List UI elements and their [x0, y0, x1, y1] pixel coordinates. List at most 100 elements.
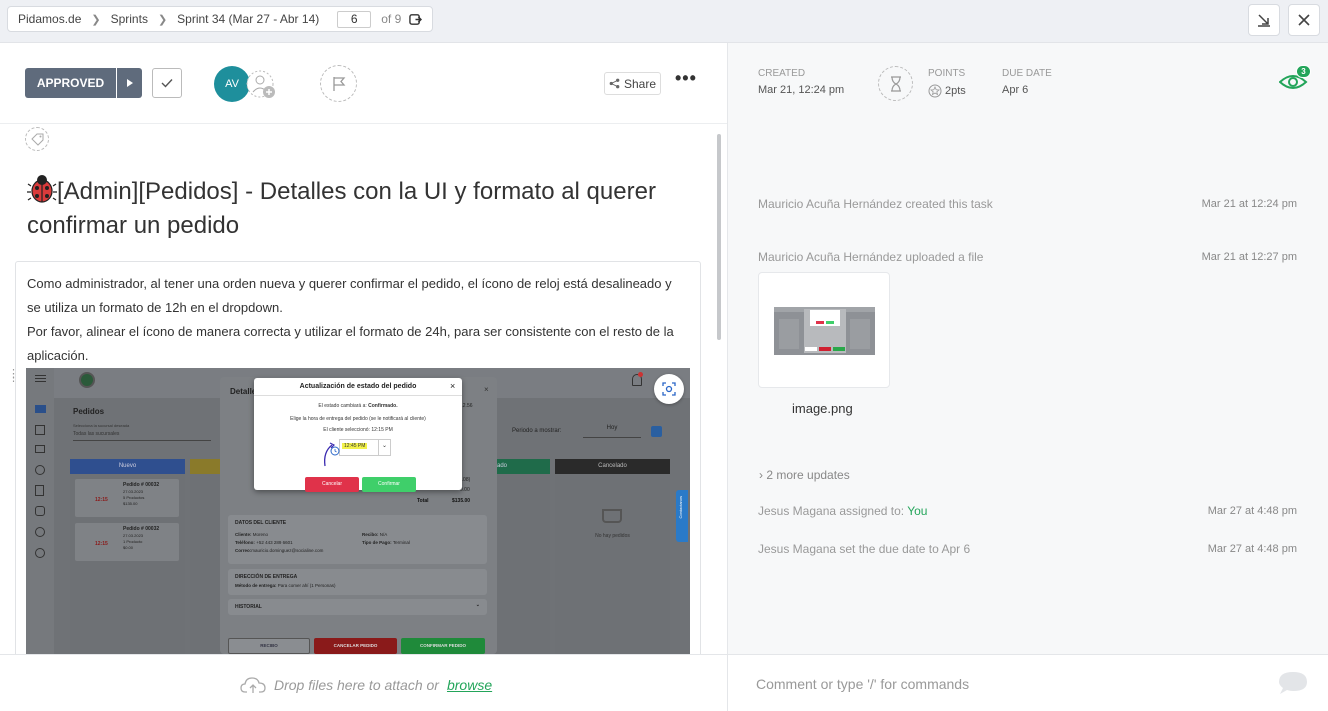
- empty-basket-icon: [602, 509, 622, 523]
- column-new: Nuevo Pedido # 00032 27.03.2023 5 Produc…: [70, 459, 185, 654]
- close-icon: [1298, 14, 1310, 26]
- points-icon: [928, 84, 942, 98]
- bottom-divider: [727, 654, 728, 711]
- minimize-button[interactable]: [1248, 4, 1280, 36]
- image-search-icon: [662, 382, 676, 396]
- chevron-down-icon: ⌄: [475, 602, 480, 608]
- history-section[interactable]: HISTORIAL ⌄: [228, 599, 487, 615]
- attachment-name[interactable]: image.png: [792, 401, 853, 416]
- more-updates-toggle[interactable]: › 2 more updates: [759, 468, 850, 482]
- comment-bubble-icon: [1279, 672, 1307, 694]
- time-tracking-button[interactable]: [878, 66, 913, 101]
- period-label: Periodo a mostrar:: [512, 428, 562, 434]
- comment-input[interactable]: Comment or type '/' for commands: [756, 676, 969, 692]
- history-title: HISTORIAL: [235, 604, 262, 610]
- column-header: Nuevo: [70, 459, 185, 474]
- activity-time: Mar 27 at 4:48 pm: [1207, 543, 1297, 555]
- complete-button[interactable]: [152, 68, 182, 98]
- watchers-button[interactable]: 3: [1278, 65, 1313, 95]
- collapse-icon: [1258, 14, 1270, 27]
- total-label: Total: [417, 498, 429, 504]
- task-title[interactable]: [Admin][Pedidos] - Detalles con la UI y …: [27, 173, 687, 243]
- address-section: DIRECCIÓN DE ENTREGA Método de entrega: …: [228, 569, 487, 595]
- branch-filter[interactable]: Selecciona la sucursal deseada Todas las…: [73, 423, 211, 441]
- share-icon: [609, 78, 620, 89]
- task-title-text: [Admin][Pedidos] - Detalles con la UI y …: [27, 178, 656, 239]
- modal-cancel-button[interactable]: Cancelar: [305, 477, 359, 492]
- order-date: 27.03.2023: [123, 489, 144, 494]
- client-section: DATOS DEL CLIENTE Cliente: Moreno Teléfo…: [228, 515, 487, 564]
- open-external-icon[interactable]: [409, 13, 423, 26]
- cancel-order-button[interactable]: CANCELAR PEDIDO: [314, 638, 397, 654]
- modal-client-time: El cliente seleccionó: 12:15 PM: [323, 427, 393, 433]
- bottom-bar: [0, 654, 1328, 711]
- due-date-value[interactable]: Apr 6: [1002, 84, 1028, 96]
- share-button[interactable]: Share: [604, 72, 661, 95]
- status-label: APPROVED: [36, 76, 105, 90]
- more-options-button[interactable]: •••: [675, 69, 697, 92]
- tag-icon: [30, 133, 43, 146]
- assignee-avatar[interactable]: AV: [214, 66, 250, 102]
- page-number-input[interactable]: 6: [337, 10, 372, 28]
- modal-title: Actualización de estado del pedido: [299, 383, 417, 390]
- created-label: CREATED: [758, 68, 806, 79]
- order-items: 1 Producto: [123, 539, 143, 544]
- order-title: Pedido # 00032: [123, 526, 160, 532]
- points-field[interactable]: 2pts: [928, 84, 966, 98]
- order-date: 27.03.2023: [123, 533, 144, 538]
- activity-time: Mar 27 at 4:48 pm: [1207, 505, 1297, 517]
- scrollbar[interactable]: [717, 134, 721, 340]
- column-header: ado: [493, 459, 550, 474]
- delivery-method-row: Método de entrega: Para comer ahí (1 Per…: [235, 583, 336, 588]
- next-status-button[interactable]: [116, 68, 142, 98]
- order-card[interactable]: Pedido # 00032 27.03.2023 5 Productos $1…: [75, 479, 179, 517]
- breadcrumb-workspace[interactable]: Pidamos.de: [18, 12, 81, 26]
- order-time: 12:15: [95, 541, 108, 547]
- calendar-button[interactable]: [651, 426, 662, 437]
- status-button[interactable]: APPROVED: [25, 68, 142, 98]
- app-logo: [79, 372, 95, 388]
- drag-handle-icon[interactable]: ⋮ ⋮: [8, 369, 19, 384]
- share-label: Share: [623, 76, 657, 91]
- breadcrumb-sprint[interactable]: Sprint 34 (Mar 27 - Abr 14): [177, 12, 319, 26]
- priority-button[interactable]: [320, 65, 357, 102]
- image-search-button[interactable]: [654, 374, 684, 404]
- breadcrumb: Pidamos.de ❯ Sprints ❯ Sprint 34 (Mar 27…: [7, 6, 434, 32]
- time-dropdown[interactable]: 12:45 PM ⌄: [339, 439, 391, 456]
- tools-icon: [35, 425, 45, 435]
- client-phone-row: Teléfono: +52 443 289 6601: [235, 540, 293, 545]
- detail-close-icon[interactable]: ×: [484, 385, 489, 394]
- activity-time: Mar 21 at 12:27 pm: [1201, 251, 1297, 263]
- description-paragraph: Por favor, alinear el ícono de manera co…: [27, 324, 674, 363]
- file-drop-zone[interactable]: Drop files here to attach or browse: [240, 676, 492, 694]
- modal-divider: [254, 395, 462, 396]
- breadcrumb-sprints[interactable]: Sprints: [111, 12, 148, 26]
- embedded-screenshot[interactable]: Pedidos Selecciona la sucursal deseada T…: [26, 368, 690, 654]
- order-title: Pedido # 00032: [123, 482, 160, 488]
- add-tag-button[interactable]: [25, 127, 49, 151]
- browse-link[interactable]: browse: [447, 677, 492, 693]
- attachment-thumbnail: [774, 307, 875, 355]
- order-card[interactable]: Pedido # 00032 27.03.2023 1 Producto $0.…: [75, 523, 179, 561]
- page-count: of 9: [381, 12, 402, 26]
- confirm-order-button[interactable]: CONFIRMAR PEDIDO: [401, 638, 485, 654]
- modal-close-icon[interactable]: ×: [450, 381, 455, 391]
- column-header: Cancelado: [555, 459, 670, 474]
- support-icon: [35, 527, 45, 537]
- period-select[interactable]: Hoy: [583, 425, 641, 438]
- contact-tab[interactable]: Contactanos: [676, 490, 688, 542]
- address-section-title: DIRECCIÓN DE ENTREGA: [235, 574, 298, 580]
- settings-icon: [35, 465, 45, 475]
- activity-item: Jesus Magana set the due date to Apr 6: [758, 542, 971, 556]
- column-partial: [190, 459, 220, 654]
- attachment-card[interactable]: [758, 272, 890, 388]
- modal-confirm-button[interactable]: Confirmar: [362, 477, 416, 492]
- receipt-button[interactable]: RECIBO: [228, 638, 310, 654]
- column-cancelled: Cancelado No hay pedidos: [555, 459, 670, 654]
- close-button[interactable]: [1288, 4, 1320, 36]
- add-assignee-icon[interactable]: [246, 66, 278, 102]
- app-sidebar: [26, 368, 54, 654]
- clipboard-icon: [35, 485, 44, 496]
- info-icon: [35, 548, 45, 558]
- assignee-link[interactable]: You: [907, 504, 927, 518]
